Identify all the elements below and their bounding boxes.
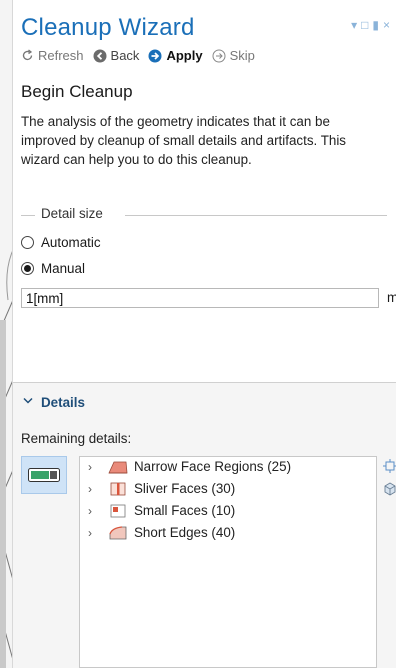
close-icon[interactable]: × (383, 18, 390, 32)
skip-button[interactable]: Skip (212, 48, 255, 63)
geometry-icon (384, 482, 396, 496)
detail-size-group: Detail size (21, 206, 387, 224)
wizard-toolbar: Refresh Back Apply Skip (21, 48, 264, 63)
apply-button[interactable]: Apply (148, 48, 203, 63)
pin-icon[interactable]: ▮ (372, 18, 379, 32)
details-body: Remaining details: › Narrow Face Regions… (13, 423, 396, 668)
tree-item-sliver-faces[interactable]: › Sliver Faces (30) (88, 481, 235, 496)
title-row: Cleanup Wizard ▾ □ ▮ × (21, 14, 390, 46)
short-edges-icon (109, 525, 127, 539)
tree-item-narrow-face-regions[interactable]: › Narrow Face Regions (25) (88, 459, 291, 474)
tree-side-toolbar (383, 459, 396, 499)
radio-automatic-label: Automatic (41, 235, 101, 250)
maximize-icon[interactable]: □ (361, 18, 368, 32)
window-controls: ▾ □ ▮ × (351, 18, 390, 32)
tree-item-label: Short Edges (40) (134, 525, 236, 540)
back-label: Back (110, 48, 140, 63)
remaining-details-label: Remaining details: (21, 431, 132, 446)
tree-item-label: Narrow Face Regions (25) (134, 459, 292, 474)
details-title: Details (41, 395, 85, 410)
expand-arrow-icon[interactable]: › (88, 526, 100, 540)
details-tree: › Narrow Face Regions (25) › Sliver Face… (79, 456, 377, 668)
tree-item-small-faces[interactable]: › Small Faces (10) (88, 503, 235, 518)
refresh-icon (22, 49, 33, 61)
chevron-down-icon (23, 397, 33, 404)
small-faces-icon (110, 504, 126, 517)
unit-label: m (387, 290, 396, 305)
tree-item-label: Sliver Faces (30) (134, 481, 236, 496)
radio-automatic-circle[interactable] (21, 236, 34, 249)
refresh-button[interactable]: Refresh (21, 48, 84, 63)
cleanup-wizard-panel: Cleanup Wizard ▾ □ ▮ × Refresh Back Appl… (13, 0, 396, 668)
expand-arrow-icon[interactable]: › (88, 482, 100, 496)
group-divider-right (125, 215, 387, 216)
radio-manual-circle[interactable] (21, 262, 34, 275)
detail-size-label: Detail size (41, 206, 103, 221)
dropdown-icon[interactable]: ▾ (351, 18, 357, 32)
zoom-to-selection-icon (383, 459, 396, 473)
tree-item-label: Small Faces (10) (134, 503, 236, 518)
detail-size-input[interactable] (21, 288, 379, 308)
sliver-faces-icon (110, 482, 126, 495)
show-geometry-button[interactable] (383, 482, 396, 499)
toggle-icon (28, 468, 60, 482)
zoom-selected-button[interactable] (383, 459, 396, 476)
back-button[interactable]: Back (93, 48, 140, 63)
skip-label: Skip (229, 48, 255, 63)
apply-arrow-icon (148, 49, 162, 62)
group-divider-left (21, 215, 35, 216)
description-text: The analysis of the geometry indicates t… (21, 114, 347, 167)
refresh-label: Refresh (38, 48, 84, 63)
section-heading: Begin Cleanup (21, 82, 133, 101)
radio-automatic[interactable]: Automatic (21, 235, 101, 250)
toggle-view-button[interactable] (21, 456, 67, 494)
back-arrow-icon (93, 49, 107, 62)
expand-arrow-icon[interactable]: › (88, 504, 100, 518)
expand-arrow-icon[interactable]: › (88, 460, 100, 474)
narrow-face-regions-icon (108, 461, 128, 473)
tree-item-short-edges[interactable]: › Short Edges (40) (88, 525, 235, 540)
radio-manual-label: Manual (41, 261, 85, 276)
panel-title: Cleanup Wizard (21, 14, 195, 41)
details-section-header[interactable]: Details (13, 383, 396, 423)
radio-manual[interactable]: Manual (21, 261, 85, 276)
apply-label: Apply (166, 48, 203, 63)
skip-icon (212, 49, 226, 62)
background-view-strip (0, 0, 13, 668)
